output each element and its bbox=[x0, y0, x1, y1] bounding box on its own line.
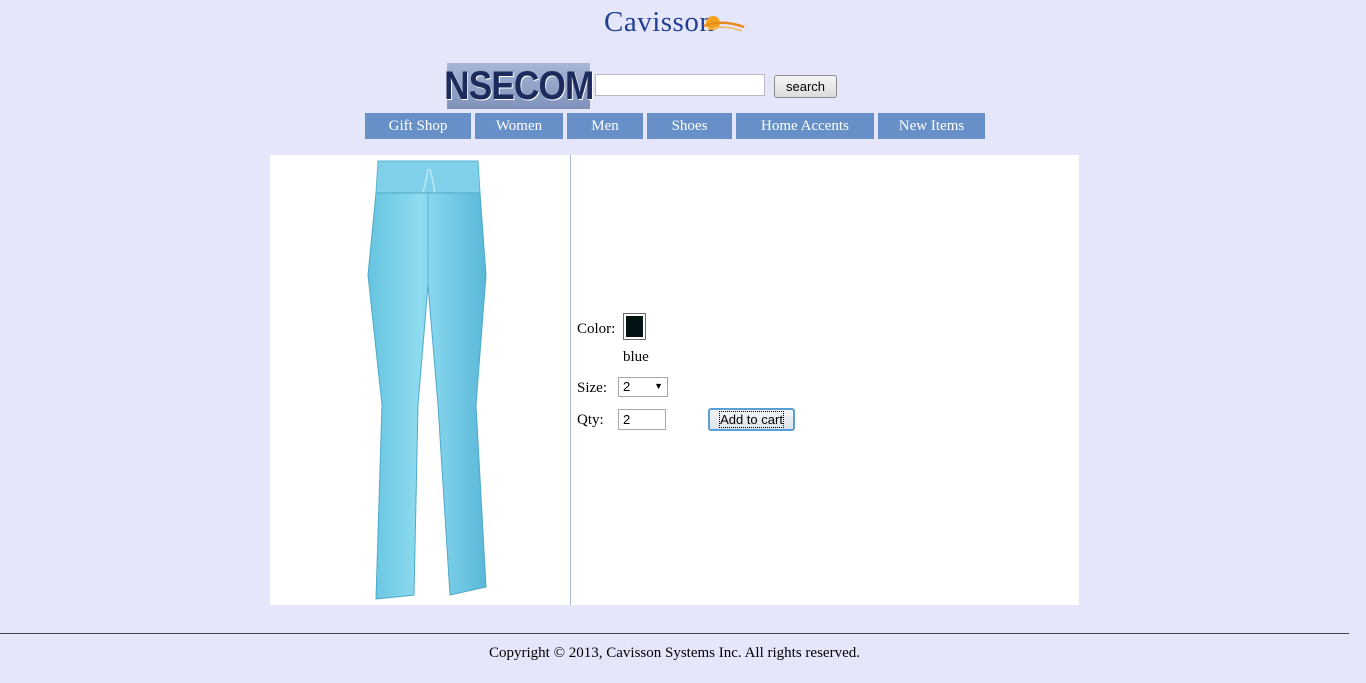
nav-item-home-accents[interactable]: Home Accents bbox=[736, 113, 874, 139]
color-label: Color: bbox=[577, 321, 616, 337]
nsecom-logo-text: NSECOM bbox=[443, 63, 594, 108]
nav-item-shoes[interactable]: Shoes bbox=[647, 113, 732, 139]
color-swatch[interactable] bbox=[623, 313, 646, 340]
qty-input[interactable] bbox=[618, 409, 666, 430]
add-to-cart-button[interactable]: Add to cart bbox=[708, 408, 795, 431]
panel-divider bbox=[570, 155, 571, 605]
product-panel: Color: blue Size: 2 ▼ Qty: Add to cart bbox=[270, 155, 1079, 605]
search-button[interactable]: search bbox=[774, 75, 837, 98]
color-name: blue bbox=[623, 349, 649, 365]
nsecom-logo[interactable]: NSECOM bbox=[443, 63, 594, 109]
chevron-down-icon: ▼ bbox=[654, 381, 663, 391]
size-value: 2 bbox=[623, 379, 631, 394]
brand-name: Cavisson bbox=[604, 6, 715, 38]
cavisson-brand-logo: Cavisson bbox=[604, 4, 746, 40]
add-to-cart-label: Add to cart bbox=[719, 411, 784, 428]
nav-item-men[interactable]: Men bbox=[567, 113, 643, 139]
product-image bbox=[367, 160, 487, 600]
size-select[interactable]: 2 ▼ bbox=[618, 377, 668, 397]
nav-item-women[interactable]: Women bbox=[475, 113, 563, 139]
nav-item-gift-shop[interactable]: Gift Shop bbox=[365, 113, 471, 139]
footer-divider bbox=[0, 633, 1349, 634]
sun-icon bbox=[703, 16, 745, 32]
color-swatch-fill bbox=[626, 316, 643, 337]
qty-label: Qty: bbox=[577, 412, 604, 428]
copyright-text: Copyright © 2013, Cavisson Systems Inc. … bbox=[489, 645, 860, 661]
size-label: Size: bbox=[577, 380, 607, 396]
search-input[interactable] bbox=[595, 74, 765, 96]
nav-item-new-items[interactable]: New Items bbox=[878, 113, 985, 139]
